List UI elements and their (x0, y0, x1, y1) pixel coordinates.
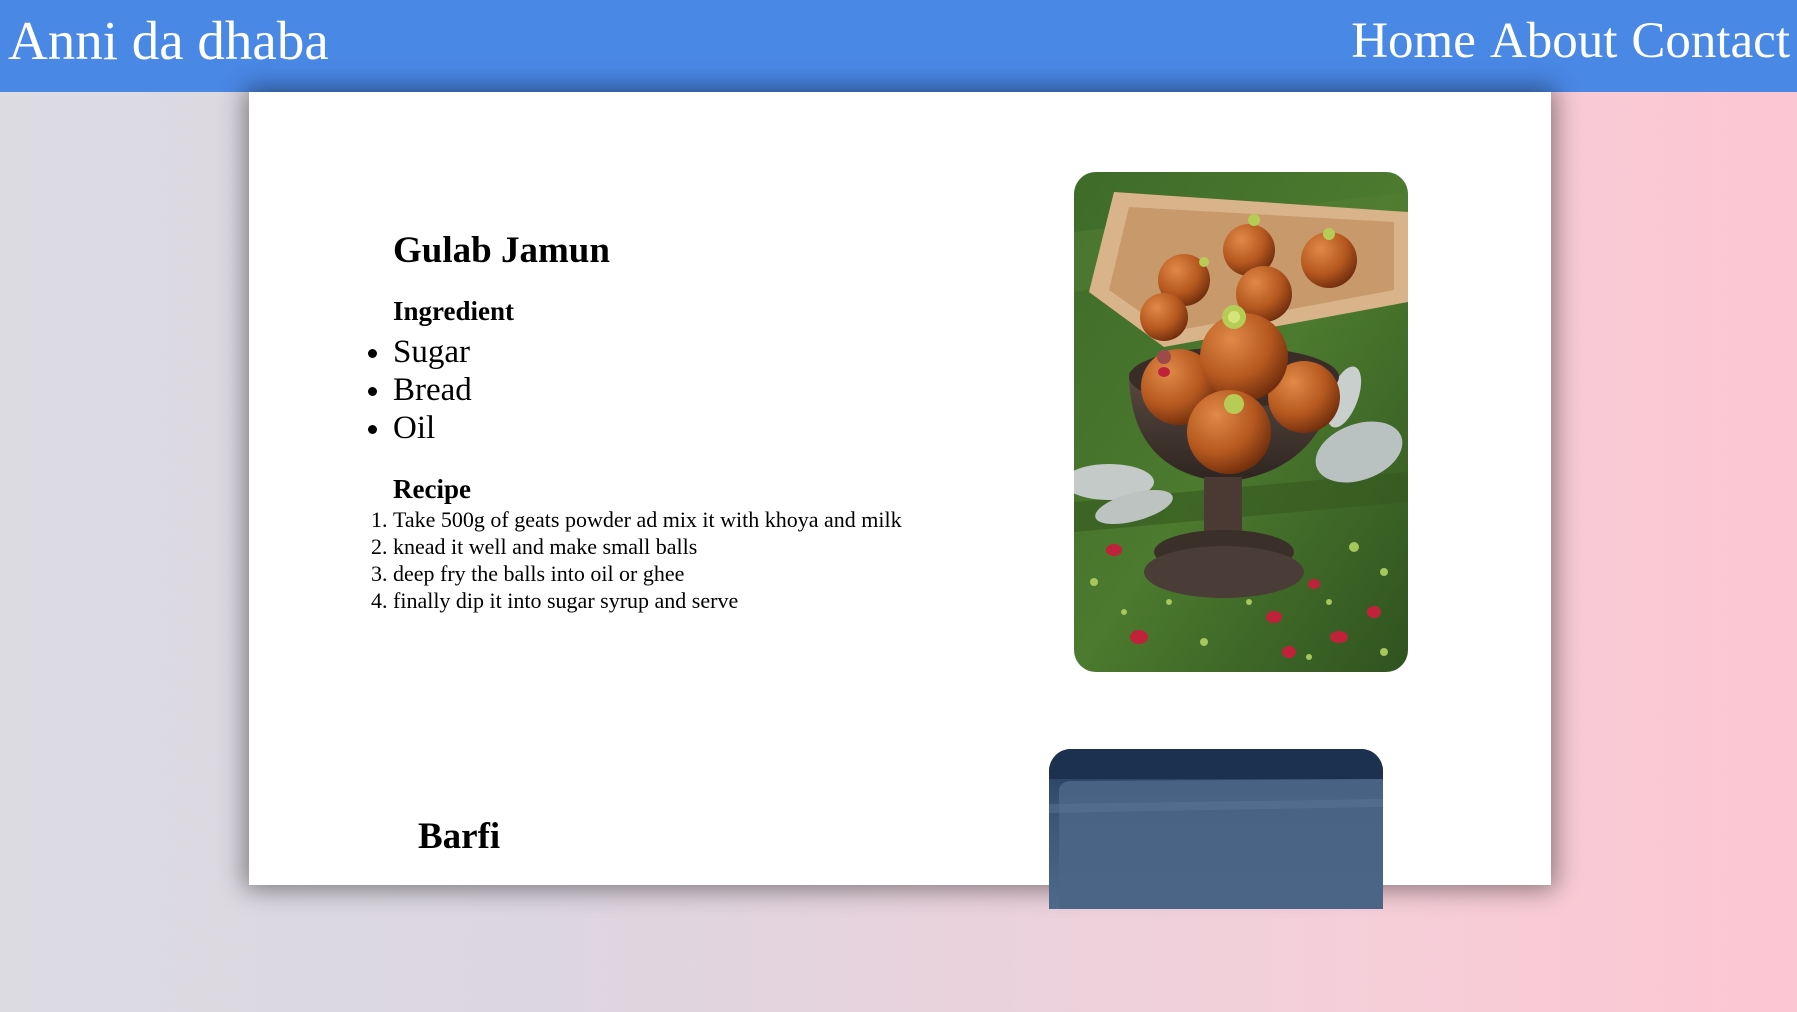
nav-link-contact[interactable]: Contact (1631, 13, 1790, 69)
recipe-step: finally dip it into sugar syrup and serv… (393, 587, 902, 614)
recipe-title: Gulab Jamun (393, 230, 610, 271)
nav-link-home[interactable]: Home (1351, 13, 1476, 69)
navbar: Anni da dhaba Home About Contact (0, 0, 1797, 92)
recipe-step: Take 500g of geats powder ad mix it with… (393, 506, 902, 533)
barfi-photo (1049, 749, 1383, 909)
ingredient-item: Sugar (393, 333, 472, 371)
recipe-container: Gulab Jamun Ingredient Sugar Bread Oil R… (249, 92, 1551, 909)
brand-title: Anni da dhaba (8, 10, 329, 71)
recipe-step: knead it well and make small balls (393, 533, 902, 560)
recipe-step: deep fry the balls into oil or ghee (393, 560, 902, 587)
recipe-card-barfi: Barfi (249, 712, 1551, 1012)
nav-link-about[interactable]: About (1490, 13, 1618, 69)
ingredient-item: Bread (393, 371, 472, 409)
gulab-jamun-image (1074, 172, 1408, 672)
ingredient-list: Sugar Bread Oil (249, 333, 472, 447)
ingredient-item: Oil (393, 409, 472, 447)
gulab-jamun-photo (1074, 172, 1408, 672)
recipe-title: Barfi (418, 816, 501, 857)
recipe-heading: Recipe (393, 474, 471, 504)
barfi-image (1049, 749, 1383, 909)
recipe-card-gulab-jamun: Gulab Jamun Ingredient Sugar Bread Oil R… (249, 92, 1551, 712)
ingredient-heading: Ingredient (393, 296, 515, 326)
nav-links: Home About Contact (1351, 8, 1790, 74)
recipe-steps: Take 500g of geats powder ad mix it with… (249, 506, 902, 614)
